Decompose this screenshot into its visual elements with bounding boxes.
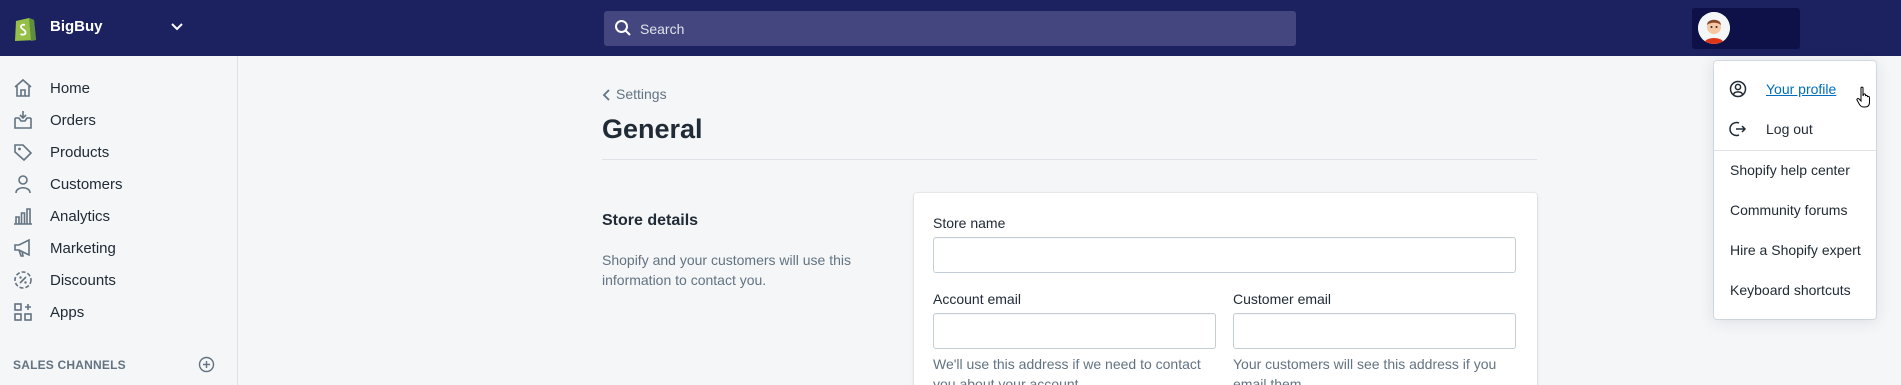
sidebar-item-label: Orders [50,112,96,129]
menu-item-keyboard-shortcuts[interactable]: Keyboard shortcuts [1714,272,1876,308]
home-icon [14,78,32,97]
page-title: General [602,114,703,144]
menu-item-log-out[interactable]: Log out [1714,111,1876,147]
profile-icon [1729,80,1747,98]
sidebar-item-label: Marketing [50,240,116,257]
tag-icon [14,144,33,162]
menu-item-label: Keyboard shortcuts [1730,282,1851,298]
sidebar-item-home[interactable]: Home [0,72,238,104]
orders-icon [14,111,32,129]
menu-item-label: Community forums [1730,202,1848,218]
shopify-logo-icon[interactable] [12,14,38,42]
customer-email-field[interactable] [1233,313,1516,349]
sidebar-item-label: Products [50,144,110,161]
account-menu-button[interactable] [1692,8,1800,49]
sidebar-item-label: Apps [50,304,85,321]
bar-chart-icon [14,208,32,225]
sidebar-item-orders[interactable]: Orders [0,104,238,136]
menu-item-hire-expert[interactable]: Hire a Shopify expert [1714,232,1876,268]
avatar-icon [1698,12,1730,44]
sidebar-item-label: Analytics [50,208,111,225]
sidebar-item-analytics[interactable]: Analytics [0,200,238,232]
menu-item-label: Shopify help center [1730,162,1850,178]
account-email-field[interactable] [933,313,1216,349]
sidebar-item-products[interactable]: Products [0,136,238,168]
menu-item-label: Log out [1766,121,1813,137]
sidebar-item-label: Customers [50,176,123,193]
sidebar-item-marketing[interactable]: Marketing [0,232,238,264]
store-name[interactable]: BigBuy [50,18,103,35]
menu-divider [1714,150,1876,151]
sales-channels-heading: SALES CHANNELS [13,358,126,372]
chevron-left-icon [602,89,610,101]
store-details-card: Store name Account email We'll use this … [914,193,1537,385]
search-icon [615,20,631,36]
sidebar-item-label: Discounts [50,272,116,289]
apps-icon [14,303,32,321]
sidebar-item-apps[interactable]: Apps [0,296,238,328]
logout-icon [1729,121,1747,137]
sidebar-item-customers[interactable]: Customers [0,168,238,200]
store-name-field[interactable] [933,237,1516,273]
section-description: Shopify and your customers will use this… [602,252,851,288]
menu-item-help-center[interactable]: Shopify help center [1714,152,1876,188]
person-icon [15,175,31,194]
chevron-down-icon[interactable] [170,20,184,34]
megaphone-icon [14,238,30,257]
customer-email-label: Customer email [1233,291,1332,307]
menu-item-community-forums[interactable]: Community forums [1714,192,1876,228]
avatar[interactable] [1698,12,1730,44]
hand-cursor-icon [1856,86,1870,108]
section-title: Store details [602,212,699,229]
discount-icon [14,271,32,289]
search-input[interactable]: Search [640,21,684,37]
add-circle-icon[interactable] [198,356,215,373]
breadcrumb-settings-link[interactable]: Settings [616,86,667,102]
sidebar-item-discounts[interactable]: Discounts [0,264,238,296]
account-email-help: We'll use this address if we need to con… [933,356,1201,385]
menu-item-your-profile[interactable]: Your profile [1714,71,1876,107]
account-email-label: Account email [933,291,1021,307]
top-bar: BigBuy Search [0,0,1901,56]
account-dropdown-menu: Your profile Log out Shopify help center… [1714,61,1876,319]
sidebar: Home Orders Products Customers Analytics… [0,56,238,385]
menu-item-label[interactable]: Your profile [1766,81,1836,97]
sidebar-item-label: Home [50,80,91,97]
search-bar[interactable]: Search [604,11,1296,46]
menu-item-label: Hire a Shopify expert [1730,242,1861,258]
divider [602,159,1537,160]
customer-email-help: Your customers will see this address if … [1233,356,1497,385]
store-name-label: Store name [933,215,1006,231]
